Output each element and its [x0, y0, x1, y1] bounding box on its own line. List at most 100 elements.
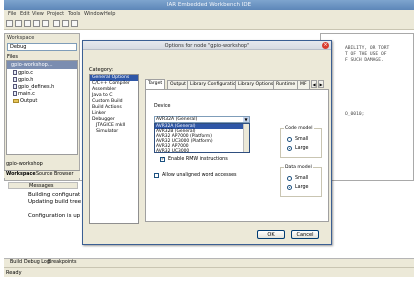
dialog-title-bar: Options for node "gpio-workshop" × [83, 41, 331, 50]
file-icon [13, 84, 17, 89]
code-line: T OF THE USE OF [345, 52, 387, 57]
new-file-icon[interactable] [6, 20, 13, 27]
tree-item-project[interactable]: gpio-workshop... [7, 61, 77, 69]
main-toolbar [4, 18, 414, 30]
configuration-select[interactable]: Debug [7, 43, 77, 51]
workspace-tabs: Workspace Source Browser [4, 170, 80, 178]
configuration-value: Debug [10, 44, 27, 50]
data-model-large-radio[interactable] [287, 185, 292, 190]
cut-icon[interactable] [53, 20, 60, 27]
enable-rmw-label: Enable RMW instructions [168, 157, 228, 162]
dropdown-scrollbar[interactable] [243, 124, 249, 152]
status-text: Ready [6, 270, 22, 276]
dialog-title: Options for node "gpio-workshop" [164, 43, 250, 49]
menu-file[interactable]: File [8, 11, 16, 17]
code-line: O_0010; [345, 112, 365, 117]
open-folder-icon[interactable] [15, 20, 22, 27]
tree-item-label: gpio.c [18, 70, 34, 76]
ok-button[interactable]: OK [257, 230, 285, 239]
menu-tools[interactable]: Tools [68, 11, 80, 17]
close-icon[interactable]: × [322, 42, 329, 49]
file-icon [13, 91, 17, 96]
menu-help[interactable]: Help [104, 11, 115, 17]
options-dialog: Options for node "gpio-workshop" × Categ… [82, 40, 332, 245]
tab-target[interactable]: Target [145, 79, 166, 89]
data-model-title: Data model [284, 165, 313, 170]
message-line: Updating build tree [28, 199, 82, 205]
cancel-button[interactable]: Cancel [291, 230, 319, 239]
message-line: Configuration is up [28, 213, 81, 219]
chevron-down-icon: ▼ [243, 117, 249, 122]
code-line: F SUCH DAMAGE. [345, 58, 384, 63]
tab-workspace[interactable]: Workspace [6, 172, 36, 177]
menu-window[interactable]: Window [84, 11, 104, 17]
file-icon [13, 77, 17, 82]
tree-item-label: gpio.h [18, 77, 34, 83]
message-line: Building configurat [28, 192, 81, 198]
device-label: Device [154, 104, 171, 109]
tree-item-label: gpio_defines.h [18, 84, 55, 90]
category-simulator[interactable]: Simulator [90, 129, 138, 135]
tab-output[interactable]: Output [167, 80, 189, 89]
app-title-bar: IAR Embedded Workbench IDE [4, 0, 414, 10]
tab-build[interactable]: Build [10, 260, 22, 265]
copy-icon[interactable] [62, 20, 69, 27]
data-model-large-label: Large [295, 185, 309, 190]
tab-scroll-right-icon[interactable]: ▶ [318, 80, 324, 88]
unaligned-access-label: Allow unaligned word accesses [162, 173, 237, 178]
messages-header: Messages [8, 182, 78, 189]
output-tabs: Build Debug Log Breakpoints [4, 258, 414, 267]
data-model-small-radio[interactable] [287, 176, 292, 181]
menu-project[interactable]: Project [47, 11, 64, 17]
category-list: General Options C/C++ Compiler Assembler… [89, 74, 139, 224]
data-model-group: Data model Small Large [280, 165, 322, 197]
code-line: ABILITY, OR TORT [345, 46, 390, 51]
code-model-large-label: Large [295, 146, 309, 151]
target-tab-page: Device AVR32A (General) ▼ AVR32A (Genera… [145, 89, 329, 222]
enable-rmw-checkbox[interactable]: ✓ [160, 157, 165, 162]
code-model-small-label: Small [295, 137, 309, 142]
device-select[interactable]: AVR32A (General) ▼ [154, 116, 250, 123]
tree-item-label: main.c [18, 91, 35, 97]
code-model-large-radio[interactable] [287, 146, 292, 151]
save-icon[interactable] [24, 20, 31, 27]
category-label: Category: [89, 67, 114, 73]
workspace-project-label: gpio-workshop [6, 161, 43, 167]
folder-icon [13, 99, 19, 103]
tree-item-output[interactable]: Output [13, 98, 37, 104]
code-model-title: Code model [284, 126, 314, 131]
tree-item-gpio-h[interactable]: gpio.h [13, 77, 33, 83]
menu-bar: File Edit View Project Tools Window Help [4, 10, 414, 18]
tree-item-main-c[interactable]: main.c [13, 91, 35, 97]
options-tab-strip: Target Output Library Configuration Libr… [145, 79, 329, 89]
workspace-tree: gpio-workshop... gpio.c gpio.h gpio_defi… [6, 60, 78, 155]
tab-library-configuration[interactable]: Library Configuration [187, 80, 242, 89]
device-option[interactable]: AVR32 UC3000 [155, 149, 243, 154]
tab-library-options[interactable]: Library Options [235, 80, 277, 89]
tab-debug-log[interactable]: Debug Log [24, 260, 50, 265]
data-model-small-label: Small [295, 176, 309, 181]
workspace-title: Workspace [7, 35, 35, 41]
save-all-icon[interactable] [33, 20, 40, 27]
menu-view[interactable]: View [32, 11, 44, 17]
code-model-group: Code model Small Large [280, 126, 322, 158]
status-bar: Ready [4, 267, 414, 277]
tree-item-gpio-c[interactable]: gpio.c [13, 70, 33, 76]
tab-runtime[interactable]: Runtime [273, 80, 299, 89]
print-icon[interactable] [42, 20, 49, 27]
paste-icon[interactable] [71, 20, 78, 27]
tree-item-label: Output [20, 98, 38, 104]
file-icon [13, 70, 17, 75]
device-dropdown-list: AVR32A (General) AVR32B (General) AVR32 … [154, 123, 250, 154]
tree-item-gpio-defines[interactable]: gpio_defines.h [13, 84, 54, 90]
unaligned-access-checkbox[interactable] [154, 173, 159, 178]
tree-project-label: gpio-workshop... [11, 62, 53, 68]
menu-edit[interactable]: Edit [20, 11, 30, 17]
code-model-small-radio[interactable] [287, 137, 292, 142]
tab-source-browser[interactable]: Source Browser [36, 172, 73, 177]
tab-mf[interactable]: MF [297, 80, 310, 89]
tab-scroll-left-icon[interactable]: ◀ [311, 80, 317, 88]
tab-breakpoints[interactable]: Breakpoints [48, 260, 77, 265]
app-title: IAR Embedded Workbench IDE [166, 2, 252, 8]
device-value: AVR32A (General) [156, 117, 198, 122]
